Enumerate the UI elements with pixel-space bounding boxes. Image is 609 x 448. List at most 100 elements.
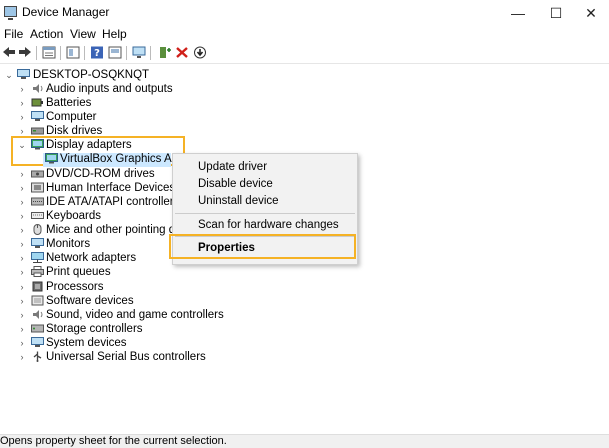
svg-text:?: ? [94,48,100,59]
tree-item-label: Sound, video and game controllers [46,309,224,321]
uninstall-x-icon[interactable] [175,45,189,59]
chevron-right-icon[interactable]: › [17,96,27,110]
chevron-right-icon[interactable]: › [17,237,27,251]
tree-item-label: Human Interface Devices [46,182,176,194]
tree-item-label: Processors [46,281,104,293]
uninstall-device-menu-item[interactable]: Uninstall device [198,195,279,207]
tree-item[interactable]: › Processors [0,280,300,294]
chevron-right-icon[interactable]: › [17,294,27,308]
tree-root-label: DESKTOP-OSQKNQT [33,69,150,81]
menu-file[interactable]: File [4,27,23,41]
tree-item[interactable]: › Print queues [0,265,300,279]
chevron-right-icon[interactable]: › [17,350,27,364]
device-properties-icon[interactable] [108,45,122,59]
chevron-right-icon[interactable]: › [17,181,27,195]
add-driver-icon[interactable] [158,45,172,59]
maximize-button[interactable]: ☐ [538,0,574,26]
chevron-right-icon[interactable]: › [17,209,27,223]
battery-icon [31,98,43,107]
tree-item-label: DVD/CD-ROM drives [46,168,155,180]
properties-highlight [169,234,356,259]
dvd-icon [31,170,44,178]
keyboard-icon [31,212,44,219]
properties-sheet-icon[interactable] [42,45,56,59]
tree-item-label: Network adapters [46,252,137,264]
tree-item[interactable]: › Universal Serial Bus controllers [0,350,300,364]
tree-item-virtualbox-adapter[interactable]: VirtualBox Graphics Adapt [0,152,194,166]
menu-help[interactable]: Help [102,27,127,41]
update-driver-menu-item[interactable]: Update driver [198,161,267,173]
tree-item-label: Audio inputs and outputs [46,83,173,95]
download-update-icon[interactable] [193,45,207,59]
forward-arrow-icon[interactable] [18,45,32,59]
tree-item-label: System devices [46,337,127,349]
display-adapter-icon [45,153,58,164]
tree-item[interactable]: › Network adapters [0,251,172,265]
help-icon[interactable]: ? [90,45,104,59]
status-text: Opens property sheet for the current sel… [0,435,227,447]
tree-item[interactable]: › Monitors [0,237,172,251]
tree-item[interactable]: › Computer [0,110,300,124]
scan-hardware-menu-item[interactable]: Scan for hardware changes [198,219,339,231]
back-arrow-icon[interactable] [2,45,16,59]
menu-action[interactable]: Action [30,27,63,41]
menu-view[interactable]: View [70,27,96,41]
computer-icon [31,111,44,121]
chevron-right-icon[interactable]: › [17,251,27,265]
disk-icon [31,127,44,135]
tree-item[interactable]: › Audio inputs and outputs [0,82,300,96]
tree-item-label: IDE ATA/ATAPI controllers [46,196,180,208]
tree-item[interactable]: › Batteries [0,96,300,110]
tree-item-label: Keyboards [46,210,101,222]
window-title: Device Manager [22,5,110,19]
chevron-right-icon[interactable]: › [17,336,27,350]
chevron-right-icon[interactable]: › [17,167,27,181]
chevron-right-icon[interactable]: › [17,265,27,279]
speaker-icon [33,84,43,93]
chevron-right-icon[interactable]: › [17,280,27,294]
chevron-right-icon[interactable]: › [17,322,27,336]
show-hide-tree-icon[interactable] [66,45,80,59]
toolbar: ? [0,44,609,62]
hid-icon [31,182,44,193]
chevron-right-icon[interactable]: › [17,82,27,96]
tree-item-label: Computer [46,111,97,123]
tree-item-label: Batteries [46,97,92,109]
usb-icon [33,351,42,362]
software-device-icon [31,295,44,306]
mouse-icon [33,224,42,235]
title-bar: Device Manager — ☐ ✕ [0,0,609,26]
menu-bar: File Action View Help [0,26,609,44]
sound-icon [33,310,43,319]
printer-icon [31,266,44,277]
tree-item-label: Storage controllers [46,323,143,335]
chevron-down-icon[interactable]: ⌄ [4,68,14,82]
tree-item[interactable]: › System devices [0,336,300,350]
tree-item[interactable]: › Software devices [0,294,300,308]
toolbar-divider [0,63,609,64]
computer-icon [17,69,30,79]
chevron-right-icon[interactable]: › [17,223,27,237]
tree-root[interactable]: ⌄ DESKTOP-OSQKNQT [0,68,300,82]
scan-monitor-icon[interactable] [132,45,146,59]
chevron-right-icon[interactable]: › [17,110,27,124]
tree-item-label: Universal Serial Bus controllers [46,351,206,363]
chevron-right-icon[interactable]: › [17,195,27,209]
tree-item-label: Software devices [46,295,134,307]
disable-device-menu-item[interactable]: Disable device [198,178,273,190]
network-icon [31,252,44,263]
tree-item-label: Print queues [46,266,111,278]
storage-icon [31,324,44,333]
ide-icon [31,197,44,206]
tree-item[interactable]: › Storage controllers [0,322,300,336]
device-manager-icon [4,6,17,20]
tree-item[interactable]: › Mice and other pointing devic [0,223,196,237]
tree-item[interactable]: › Sound, video and game controllers [0,308,300,322]
system-icon [31,337,44,347]
menu-separator [175,213,355,214]
chevron-right-icon[interactable]: › [17,308,27,322]
monitor-icon [31,238,44,248]
status-bar: Opens property sheet for the current sel… [0,434,609,448]
minimize-button[interactable]: — [500,0,536,26]
close-button[interactable]: ✕ [573,0,609,26]
